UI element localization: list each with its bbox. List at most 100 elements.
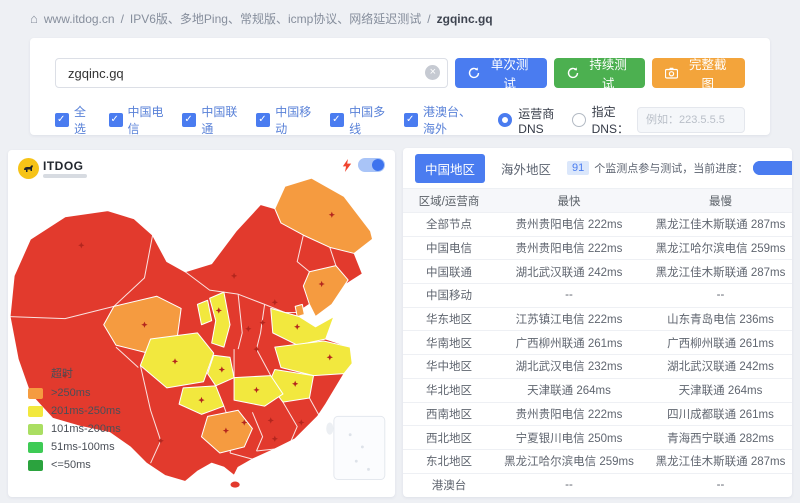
table-row[interactable]: 港澳台 -- -- -- bbox=[403, 473, 792, 497]
legend-label: 101ms-200ms bbox=[51, 423, 121, 435]
cell-region: 港澳台 bbox=[403, 477, 495, 493]
map-card: ITDOG bbox=[8, 150, 395, 497]
checkbox-label: 中国电信 bbox=[128, 103, 166, 137]
legend-label: <=50ms bbox=[51, 459, 91, 471]
monitor-text: 个监测点参与测试，当前进度： bbox=[594, 160, 748, 176]
table-header-cell: 区域/运营商 bbox=[403, 193, 495, 209]
table-header-cell: 最快 bbox=[495, 193, 643, 209]
legend-item: 201ms-250ms bbox=[28, 405, 121, 417]
cell-slowest: 黑龙江佳木斯联通 287ms bbox=[643, 264, 792, 280]
legend-swatch bbox=[28, 368, 43, 379]
cell-region: 华南地区 bbox=[403, 335, 495, 351]
table-row[interactable]: 西南地区 贵州贵阳电信 222ms 四川成都联通 261ms 236ms bbox=[403, 402, 792, 426]
carrier-dns-radio[interactable] bbox=[498, 113, 512, 127]
cell-region: 西北地区 bbox=[403, 430, 495, 446]
cell-fastest: 宁夏银川电信 250ms bbox=[495, 430, 643, 446]
table-row[interactable]: 华东地区 江苏镇江电信 222ms 山东青岛电信 236ms 227ms bbox=[403, 307, 792, 331]
checkbox-checked-icon[interactable] bbox=[330, 113, 344, 127]
table-row[interactable]: 中国电信 贵州贵阳电信 222ms 黑龙江哈尔滨电信 259ms 234ms bbox=[403, 236, 792, 260]
cell-fastest: 广西柳州联通 261ms bbox=[495, 335, 643, 351]
table-row[interactable]: 华南地区 广西柳州联通 261ms 广西柳州联通 261ms 261ms bbox=[403, 330, 792, 354]
cell-region: 中国联通 bbox=[403, 264, 495, 280]
legend-item: <=50ms bbox=[28, 459, 121, 471]
cell-slowest: 天津联通 264ms bbox=[643, 382, 792, 398]
cell-region: 华东地区 bbox=[403, 311, 495, 327]
table-row[interactable]: 中国联通 湖北武汉联通 242ms 黑龙江佳木斯联通 287ms 267ms bbox=[403, 259, 792, 283]
home-icon[interactable]: ⌂ bbox=[30, 11, 38, 26]
checkbox-label: 港澳台、海外 bbox=[423, 103, 481, 137]
table-row[interactable]: 西北地区 宁夏银川电信 250ms 青海西宁联通 282ms 266ms bbox=[403, 425, 792, 449]
map-legend: 超时 >250ms 201ms-250ms 101ms-200ms 51ms-1… bbox=[28, 365, 121, 471]
custom-dns-radio[interactable] bbox=[572, 113, 586, 127]
checkbox-checked-icon[interactable] bbox=[182, 113, 196, 127]
checkbox-label: 中国联通 bbox=[201, 103, 239, 137]
lightning-icon bbox=[342, 159, 352, 172]
checkbox-label: 中国移动 bbox=[275, 103, 313, 137]
legend-label: 超时 bbox=[51, 365, 73, 381]
cell-fastest: 湖北武汉电信 232ms bbox=[495, 358, 643, 374]
isp-checkbox[interactable]: 中国多线 bbox=[330, 103, 387, 137]
legend-label: >250ms bbox=[51, 387, 90, 399]
map-toggle-switch[interactable] bbox=[358, 158, 385, 172]
isp-checkbox[interactable]: 中国联通 bbox=[182, 103, 239, 137]
host-input[interactable] bbox=[55, 58, 448, 88]
cell-fastest: 黑龙江哈尔滨电信 259ms bbox=[495, 453, 643, 469]
monitor-count-badge: 91 bbox=[567, 161, 589, 175]
checkbox-checked-icon[interactable] bbox=[256, 113, 270, 127]
full-screenshot-button[interactable]: 完整截图 bbox=[652, 58, 745, 88]
cell-region: 全部节点 bbox=[403, 216, 495, 232]
isp-checkbox[interactable]: 中国电信 bbox=[109, 103, 166, 137]
table-row[interactable]: 东北地区 黑龙江哈尔滨电信 259ms 黑龙江佳木斯联通 287ms 274ms bbox=[403, 449, 792, 473]
custom-dns-input[interactable] bbox=[637, 107, 745, 133]
custom-dns-label[interactable]: 指定DNS： bbox=[592, 103, 631, 137]
region-tab[interactable]: 中国地区 bbox=[415, 154, 485, 183]
table-header-cell: 最慢 bbox=[643, 193, 792, 209]
cell-slowest: -- bbox=[643, 479, 792, 491]
cell-slowest: -- bbox=[643, 289, 792, 301]
table-header-row: 区域/运营商最快最慢平均 bbox=[403, 188, 792, 212]
region-tab[interactable]: 海外地区 bbox=[491, 154, 561, 183]
table-row[interactable]: 中国移动 -- -- -- bbox=[403, 283, 792, 307]
cell-slowest: 黑龙江佳木斯联通 287ms bbox=[643, 216, 792, 232]
checkbox-checked-icon[interactable] bbox=[55, 113, 69, 127]
breadcrumb-nav-links[interactable]: IPV6版、多地Ping、常规版、icmp协议、网络延迟测试 bbox=[130, 10, 421, 27]
results-card: 中国地区海外地区 91 个监测点参与测试，当前进度： 100% 区域/运营商最快… bbox=[403, 148, 792, 497]
logo-text: ITDOG bbox=[43, 160, 87, 172]
cell-slowest: 湖北武汉联通 242ms bbox=[643, 358, 792, 374]
table-row[interactable]: 华中地区 湖北武汉电信 232ms 湖北武汉联通 242ms 237ms bbox=[403, 354, 792, 378]
table-row[interactable]: 全部节点 贵州贵阳电信 222ms 黑龙江佳木斯联通 287ms 249ms bbox=[403, 212, 792, 236]
legend-item: 超时 bbox=[28, 365, 121, 381]
checkbox-checked-icon[interactable] bbox=[404, 113, 418, 127]
progress-bar: 100% bbox=[753, 161, 792, 175]
cell-region: 华中地区 bbox=[403, 358, 495, 374]
checkbox-checked-icon[interactable] bbox=[109, 113, 123, 127]
single-test-button[interactable]: 单次测试 bbox=[455, 58, 547, 88]
cell-slowest: 青海西宁联通 282ms bbox=[643, 430, 792, 446]
breadcrumb-current: zgqinc.gq bbox=[437, 12, 493, 26]
isp-checkbox[interactable]: 中国移动 bbox=[256, 103, 313, 137]
checkbox-label: 全选 bbox=[74, 103, 92, 137]
cell-slowest: 黑龙江哈尔滨电信 259ms bbox=[643, 240, 792, 256]
continuous-test-button[interactable]: 持续测试 bbox=[554, 58, 646, 88]
table-row[interactable]: 华北地区 天津联通 264ms 天津联通 264ms 264ms bbox=[403, 378, 792, 402]
cell-fastest: 天津联通 264ms bbox=[495, 382, 643, 398]
legend-label: 201ms-250ms bbox=[51, 405, 121, 417]
breadcrumb-site-link[interactable]: www.itdog.cn bbox=[44, 12, 115, 26]
legend-item: >250ms bbox=[28, 387, 121, 399]
cell-fastest: 江苏镇江电信 222ms bbox=[495, 311, 643, 327]
cell-fastest: 贵州贵阳电信 222ms bbox=[495, 216, 643, 232]
refresh-icon bbox=[468, 67, 480, 79]
cell-region: 西南地区 bbox=[403, 406, 495, 422]
cell-region: 华北地区 bbox=[403, 382, 495, 398]
cell-slowest: 黑龙江佳木斯联通 287ms bbox=[643, 453, 792, 469]
search-card: × 单次测试 持续测试 完整截图 全选 中国电信 中国联通 bbox=[30, 38, 770, 135]
legend-swatch bbox=[28, 424, 43, 435]
legend-swatch bbox=[28, 388, 43, 399]
cell-fastest: -- bbox=[495, 479, 643, 491]
south-china-sea-inset bbox=[334, 416, 385, 479]
carrier-dns-label[interactable]: 运营商DNS bbox=[518, 105, 557, 136]
isp-checkbox[interactable]: 全选 bbox=[55, 103, 92, 137]
isp-checkbox[interactable]: 港澳台、海外 bbox=[404, 103, 481, 137]
cell-fastest: 贵州贵阳电信 222ms bbox=[495, 406, 643, 422]
camera-icon bbox=[665, 67, 678, 79]
